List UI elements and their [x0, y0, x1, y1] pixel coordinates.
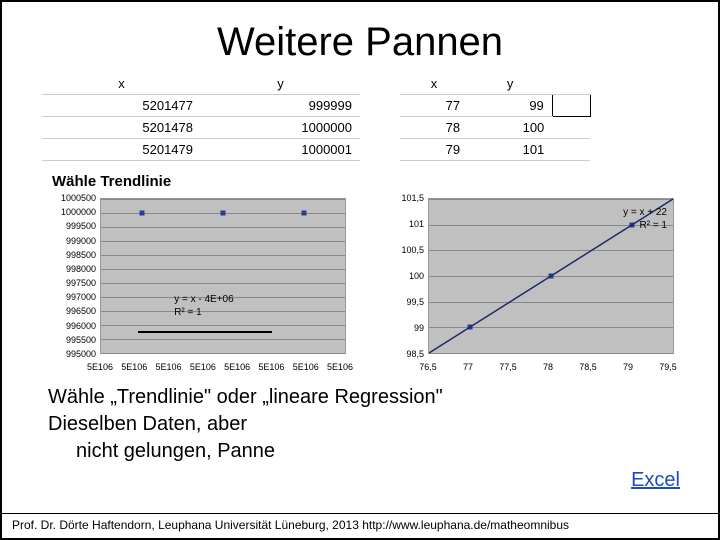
trend-equation: y = x - 4E+06R² = 1 — [174, 294, 233, 319]
xtick-label: 78,5 — [579, 362, 597, 372]
chart-left: y = x - 4E+06R² = 1 995000 995500 996000 996… — [42, 194, 350, 374]
xtick-label: 5E106 — [87, 362, 113, 372]
cell: 78 — [400, 117, 468, 139]
charts-row: y = x - 4E+06R² = 1 995000 995500 996000 996… — [2, 194, 718, 374]
col-header: x — [42, 73, 201, 95]
body-line: nicht gelungen, Panne — [48, 438, 678, 465]
ytick-label: 101,5 — [370, 193, 424, 203]
cell: 77 — [400, 95, 468, 117]
body-text: Wähle „Trendlinie" oder „lineare Regress… — [2, 374, 718, 465]
ytick-label: 996000 — [42, 321, 96, 331]
ytick-label: 1000500 — [42, 193, 96, 203]
xtick-label: 77 — [463, 362, 473, 372]
tables-row: x y 5201477999999 52014781000000 5201479… — [2, 73, 718, 167]
ytick-label: 100 — [370, 271, 424, 281]
cell: 5201479 — [42, 139, 201, 161]
ytick-label: 995500 — [42, 335, 96, 345]
table-right: x y 7799 78100 79101 — [360, 73, 678, 161]
ytick-label: 997500 — [42, 278, 96, 288]
xtick-label: 77,5 — [499, 362, 517, 372]
ytick-label: 996500 — [42, 306, 96, 316]
ytick-label: 99,5 — [370, 297, 424, 307]
cell: 999999 — [201, 95, 360, 117]
trend-equation: y = x + 22R² = 1 — [623, 207, 667, 232]
xtick-label: 78 — [543, 362, 553, 372]
col-header: y — [201, 73, 360, 95]
ytick-label: 98,5 — [370, 349, 424, 359]
xtick-label: 76,5 — [419, 362, 437, 372]
ytick-label: 997000 — [42, 292, 96, 302]
footer-credit: Prof. Dr. Dörte Haftendorn, Leuphana Uni… — [2, 513, 718, 536]
cell: 101 — [468, 139, 552, 161]
cell: 99 — [468, 95, 552, 117]
subheading: Wähle Trendlinie — [2, 167, 718, 194]
xtick-label: 5E106 — [156, 362, 182, 372]
ytick-label: 998000 — [42, 264, 96, 274]
xtick-label: 5E106 — [258, 362, 284, 372]
ytick-label: 99 — [370, 323, 424, 333]
cell: 100 — [468, 117, 552, 139]
col-header: y — [468, 73, 552, 95]
xtick-label: 5E106 — [190, 362, 216, 372]
chart-right: y = x + 22R² = 1 98,5 99 99,5 100 100,5 101 101… — [370, 194, 678, 374]
table-left: x y 5201477999999 52014781000000 5201479… — [42, 73, 360, 161]
cell: 79 — [400, 139, 468, 161]
ytick-label: 101 — [370, 219, 424, 229]
selected-cell — [552, 95, 590, 117]
xtick-label: 79,5 — [659, 362, 677, 372]
xtick-label: 5E106 — [121, 362, 147, 372]
cell: 1000000 — [201, 117, 360, 139]
xtick-label: 5E106 — [224, 362, 250, 372]
excel-link[interactable]: Excel — [631, 469, 680, 492]
ytick-label: 999500 — [42, 221, 96, 231]
xtick-label: 79 — [623, 362, 633, 372]
xtick-label: 5E106 — [327, 362, 353, 372]
data-point — [302, 210, 307, 215]
xtick-label: 5E106 — [293, 362, 319, 372]
cell: 5201477 — [42, 95, 201, 117]
col-header — [552, 73, 590, 95]
body-line: Wähle „Trendlinie" oder „lineare Regress… — [48, 384, 678, 411]
data-point — [139, 211, 144, 216]
cell: 5201478 — [42, 117, 201, 139]
ytick-label: 999000 — [42, 236, 96, 246]
page-title: Weitere Pannen — [2, 2, 718, 73]
data-point — [221, 211, 226, 216]
ytick-label: 1000000 — [42, 207, 96, 217]
ytick-label: 998500 — [42, 250, 96, 260]
cell: 1000001 — [201, 139, 360, 161]
ytick-label: 995000 — [42, 349, 96, 359]
body-line: Dieselben Daten, aber — [48, 411, 678, 438]
ytick-label: 100,5 — [370, 245, 424, 255]
col-header: x — [400, 73, 468, 95]
